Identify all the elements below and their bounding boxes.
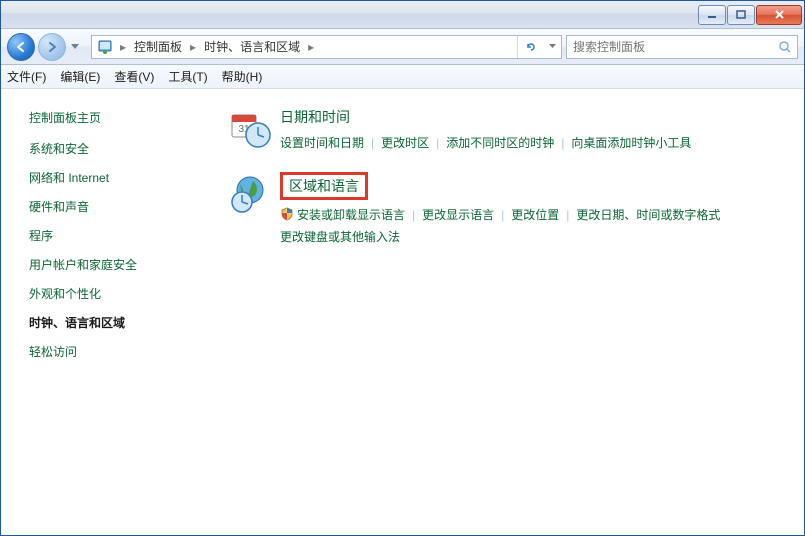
sidebar-item[interactable]: 轻松访问 [29, 343, 208, 360]
category-link[interactable]: 更改位置 [511, 208, 559, 222]
breadcrumb-separator: ▸ [190, 40, 196, 54]
address-bar[interactable]: ▸ 控制面板 ▸ 时钟、语言和区域 ▸ [91, 35, 562, 59]
menu-edit[interactable]: 编辑(E) [60, 68, 100, 85]
sidebar-item[interactable]: 系统和安全 [29, 140, 208, 157]
link-divider: | [371, 136, 374, 150]
navbar: ▸ 控制面板 ▸ 时钟、语言和区域 ▸ [1, 29, 804, 65]
category-title[interactable]: 日期和时间 [280, 107, 350, 127]
refresh-button[interactable] [517, 36, 543, 58]
category-link[interactable]: 更改键盘或其他输入法 [280, 230, 400, 244]
category-region-language: 区域和语言 安装或卸载显示语言 | 更改显示语言 | 更改位置 | 更改日期、时间或数字格式… [228, 172, 784, 248]
menu-tools[interactable]: 工具(T) [168, 68, 207, 85]
category-link[interactable]: 添加不同时区的时钟 [446, 136, 554, 150]
address-dropdown-icon[interactable] [543, 44, 561, 49]
clock-icon: 31 [228, 107, 272, 151]
globe-icon [228, 172, 272, 216]
shield-icon [280, 206, 294, 220]
link-divider: | [561, 136, 564, 150]
breadcrumb-item[interactable]: 时钟、语言和区域 [198, 36, 306, 58]
link-divider: | [566, 208, 569, 222]
category-link[interactable]: 安装或卸载显示语言 [297, 208, 405, 222]
menubar: 文件(F) 编辑(E) 查看(V) 工具(T) 帮助(H) [1, 65, 804, 89]
link-divider: | [501, 208, 504, 222]
sidebar-item[interactable]: 硬件和声音 [29, 198, 208, 215]
category-title-highlighted[interactable]: 区域和语言 [280, 172, 368, 200]
category-link[interactable]: 更改显示语言 [422, 208, 494, 222]
sidebar: 控制面板主页 系统和安全网络和 Internet 硬件和声音程序用户帐户和家庭安全… [1, 89, 216, 535]
category-link[interactable]: 更改日期、时间或数字格式 [576, 208, 720, 222]
control-panel-icon [96, 38, 114, 56]
breadcrumb-item[interactable]: 控制面板 [128, 36, 188, 58]
category-date-time: 31 日期和时间 设置时间和日期 | 更改时区 | 添加不同时区的时钟 | 向桌面添加时钟小… [228, 107, 784, 154]
search-icon[interactable] [773, 40, 797, 54]
breadcrumb-separator: ▸ [308, 40, 314, 54]
search-input[interactable] [567, 36, 773, 58]
content-area: 31 日期和时间 设置时间和日期 | 更改时区 | 添加不同时区的时钟 | 向桌面添加时钟小… [216, 89, 804, 535]
menu-file[interactable]: 文件(F) [7, 68, 46, 85]
maximize-button[interactable] [727, 5, 755, 25]
forward-button[interactable] [38, 33, 66, 61]
search-box[interactable] [566, 35, 798, 59]
sidebar-item[interactable]: 时钟、语言和区域 [29, 314, 208, 331]
category-link[interactable]: 更改时区 [381, 136, 429, 150]
sidebar-item[interactable]: 用户帐户和家庭安全 [29, 256, 208, 273]
history-dropdown[interactable] [69, 37, 81, 57]
titlebar [1, 1, 804, 29]
category-link[interactable]: 设置时间和日期 [280, 136, 364, 150]
sidebar-item[interactable]: 程序 [29, 227, 208, 244]
sidebar-title[interactable]: 控制面板主页 [29, 109, 208, 126]
link-divider: | [436, 136, 439, 150]
sidebar-item[interactable]: 外观和个性化 [29, 285, 208, 302]
close-button[interactable] [756, 5, 802, 25]
minimize-button[interactable] [698, 5, 726, 25]
back-button[interactable] [7, 33, 35, 61]
breadcrumb-separator: ▸ [120, 40, 126, 54]
menu-view[interactable]: 查看(V) [114, 68, 154, 85]
category-link[interactable]: 向桌面添加时钟小工具 [571, 136, 691, 150]
link-divider: | [412, 208, 415, 222]
sidebar-item[interactable]: 网络和 Internet [29, 169, 208, 186]
menu-help[interactable]: 帮助(H) [222, 68, 263, 85]
